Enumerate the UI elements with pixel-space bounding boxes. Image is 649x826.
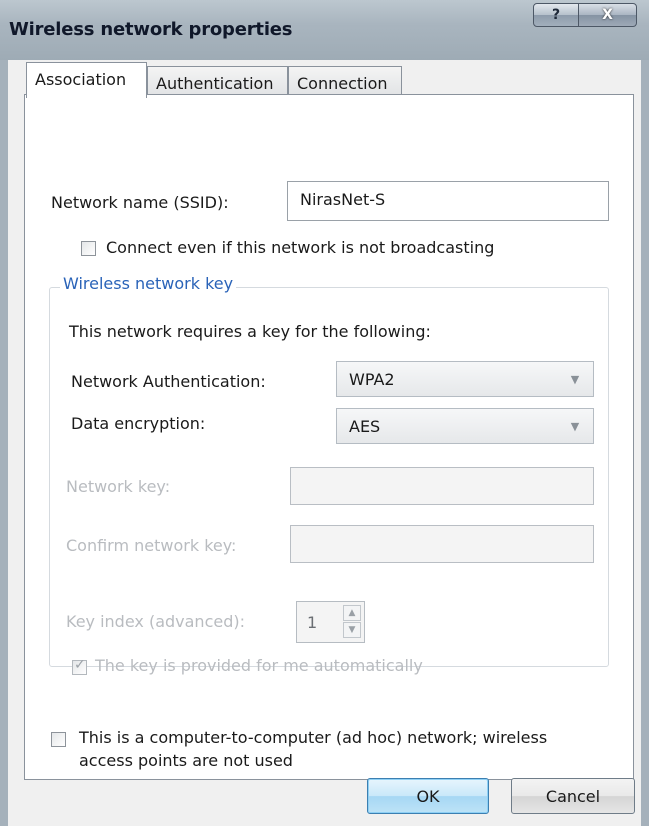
key-index-spinner[interactable]: 1 ▲ ▼ — [296, 601, 365, 643]
window-frame-left — [0, 60, 8, 826]
ok-button[interactable]: OK — [367, 778, 489, 814]
properties-dialog: Wireless network properties ? X Associat… — [0, 0, 649, 826]
key-intro-text: This network requires a key for the foll… — [69, 322, 431, 341]
broadcast-checkbox[interactable] — [81, 241, 96, 256]
broadcast-label[interactable]: Connect even if this network is not broa… — [106, 238, 494, 257]
close-button[interactable]: X — [579, 3, 637, 27]
help-button[interactable]: ? — [533, 3, 579, 27]
spinner-down-button[interactable]: ▼ — [343, 622, 361, 638]
window-title: Wireless network properties — [9, 19, 293, 40]
network-key-label: Network key: — [66, 477, 171, 496]
dialog-client-area: Association Authentication Connection Ne… — [8, 60, 641, 826]
ssid-label: Network name (SSID): — [51, 193, 229, 212]
auth-select[interactable]: WPA2 ▼ — [336, 361, 594, 397]
cancel-button[interactable]: Cancel — [511, 778, 635, 814]
ssid-value: NirasNet-S — [300, 190, 386, 209]
cancel-button-label: Cancel — [545, 786, 601, 806]
auth-value: WPA2 — [349, 370, 395, 389]
tab-label: Authentication — [156, 74, 274, 93]
chevron-down-icon: ▼ — [570, 419, 580, 433]
encryption-select[interactable]: AES ▼ — [336, 408, 594, 444]
network-key-input[interactable] — [290, 467, 594, 505]
auto-key-checkbox[interactable]: ✓ — [72, 657, 87, 675]
title-bar[interactable]: Wireless network properties ? X — [0, 0, 649, 60]
wireless-key-group-title: Wireless network key — [60, 274, 237, 293]
confirm-key-label: Confirm network key: — [66, 536, 237, 555]
encryption-label: Data encryption: — [71, 414, 206, 433]
ok-button-label: OK — [416, 786, 440, 806]
chevron-down-icon: ▼ — [570, 372, 580, 386]
tab-label: Association — [35, 70, 127, 89]
encryption-value: AES — [349, 417, 381, 436]
checkmark-icon: ✓ — [74, 657, 86, 673]
adhoc-label-line2[interactable]: access points are not used — [79, 751, 293, 770]
key-index-label: Key index (advanced): — [66, 612, 245, 631]
adhoc-checkbox[interactable] — [51, 732, 66, 747]
tab-label: Connection — [297, 74, 388, 93]
confirm-key-input[interactable] — [290, 525, 594, 563]
auto-key-label[interactable]: The key is provided for me automatically — [95, 656, 423, 675]
caption-buttons: ? X — [533, 3, 637, 27]
adhoc-label-line1[interactable]: This is a computer-to-computer (ad hoc) … — [79, 728, 547, 747]
tab-association[interactable]: Association — [26, 62, 147, 98]
association-panel: Network name (SSID): NirasNet-S Connect … — [24, 94, 634, 780]
auth-label: Network Authentication: — [71, 372, 266, 391]
ssid-input[interactable]: NirasNet-S — [287, 181, 609, 221]
key-index-value: 1 — [307, 613, 318, 632]
window-frame-right — [641, 60, 649, 826]
spinner-up-button[interactable]: ▲ — [343, 605, 361, 621]
help-icon: ? — [551, 7, 561, 23]
close-icon: X — [602, 7, 613, 23]
